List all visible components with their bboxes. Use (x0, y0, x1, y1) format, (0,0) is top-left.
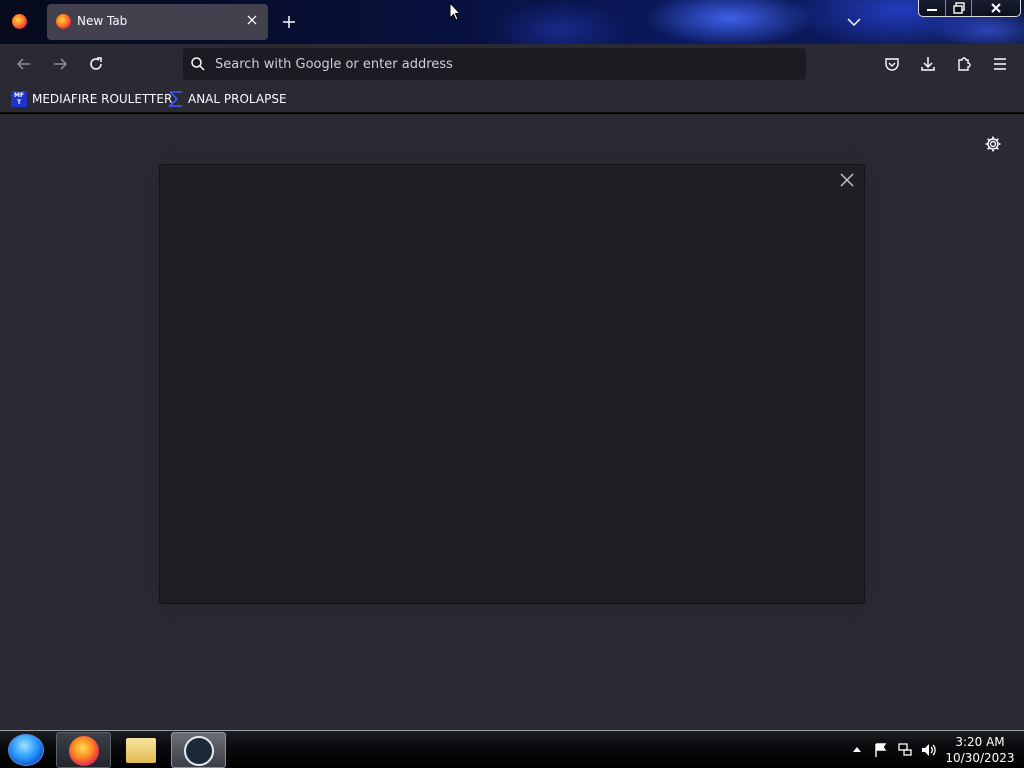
tab-title: New Tab (77, 14, 128, 28)
firefox-icon (69, 736, 99, 766)
navigation-toolbar (0, 44, 1024, 84)
chevron-down-icon[interactable] (845, 13, 863, 31)
action-center-flag-icon[interactable] (872, 741, 890, 759)
search-icon (191, 57, 205, 71)
taskbar-firefox[interactable] (56, 732, 111, 768)
mouse-cursor-icon (449, 2, 461, 21)
mediafire-icon: MF T (11, 91, 27, 107)
taskbar-steam[interactable] (171, 732, 226, 768)
tab-favicon-icon (56, 14, 71, 29)
bookmark-item[interactable]: ANAL PROLAPSE (168, 90, 287, 108)
minimize-icon (927, 9, 937, 11)
firefox-logo-icon (12, 14, 27, 29)
steam-icon (184, 736, 214, 766)
volume-icon[interactable] (920, 741, 938, 759)
address-input[interactable] (215, 48, 775, 80)
maximize-button[interactable] (946, 0, 972, 16)
tab-strip: New Tab (0, 0, 1024, 44)
taskbar-clock[interactable]: 3:20 AM 10/30/2023 (940, 734, 1020, 766)
url-bar[interactable] (183, 48, 806, 80)
network-icon[interactable] (896, 741, 914, 759)
taskbar: 3:20 AM 10/30/2023 (0, 730, 1024, 768)
new-tab-page (0, 114, 1024, 730)
sigma-icon (168, 91, 182, 107)
hamburger-menu-icon[interactable] (991, 55, 1009, 73)
start-button[interactable] (8, 734, 44, 766)
window-controls (918, 0, 1021, 17)
new-tab-icon[interactable] (280, 13, 298, 31)
close-icon[interactable] (840, 173, 854, 187)
back-arrow-icon[interactable] (15, 55, 33, 73)
download-icon[interactable] (919, 55, 937, 73)
restore-icon (952, 2, 965, 14)
clock-time: 3:20 AM (955, 735, 1005, 749)
show-hidden-icons-icon[interactable] (848, 741, 866, 759)
pocket-icon[interactable] (883, 55, 901, 73)
folder-icon (126, 738, 156, 763)
bookmark-item[interactable]: MF T MEDIAFIRE ROULETTER (11, 90, 172, 108)
bookmarks-toolbar: MF T MEDIAFIRE ROULETTER ANAL PROLAPSE (0, 84, 1024, 113)
clock-date: 10/30/2023 (945, 751, 1015, 765)
taskbar-file-explorer[interactable] (114, 732, 169, 768)
forward-arrow-icon[interactable] (51, 55, 69, 73)
tab-new-tab[interactable]: New Tab (47, 4, 268, 40)
close-icon (991, 3, 1001, 13)
minimize-button[interactable] (919, 0, 946, 16)
overlay-panel (159, 164, 865, 604)
gear-icon[interactable] (984, 135, 1002, 153)
extensions-puzzle-icon[interactable] (955, 55, 973, 73)
bookmark-label: ANAL PROLAPSE (188, 92, 287, 106)
bookmark-label: MEDIAFIRE ROULETTER (32, 92, 173, 106)
close-tab-icon[interactable] (245, 13, 259, 27)
close-window-button[interactable] (972, 0, 1020, 16)
reload-icon[interactable] (87, 55, 105, 73)
system-tray (848, 731, 944, 768)
